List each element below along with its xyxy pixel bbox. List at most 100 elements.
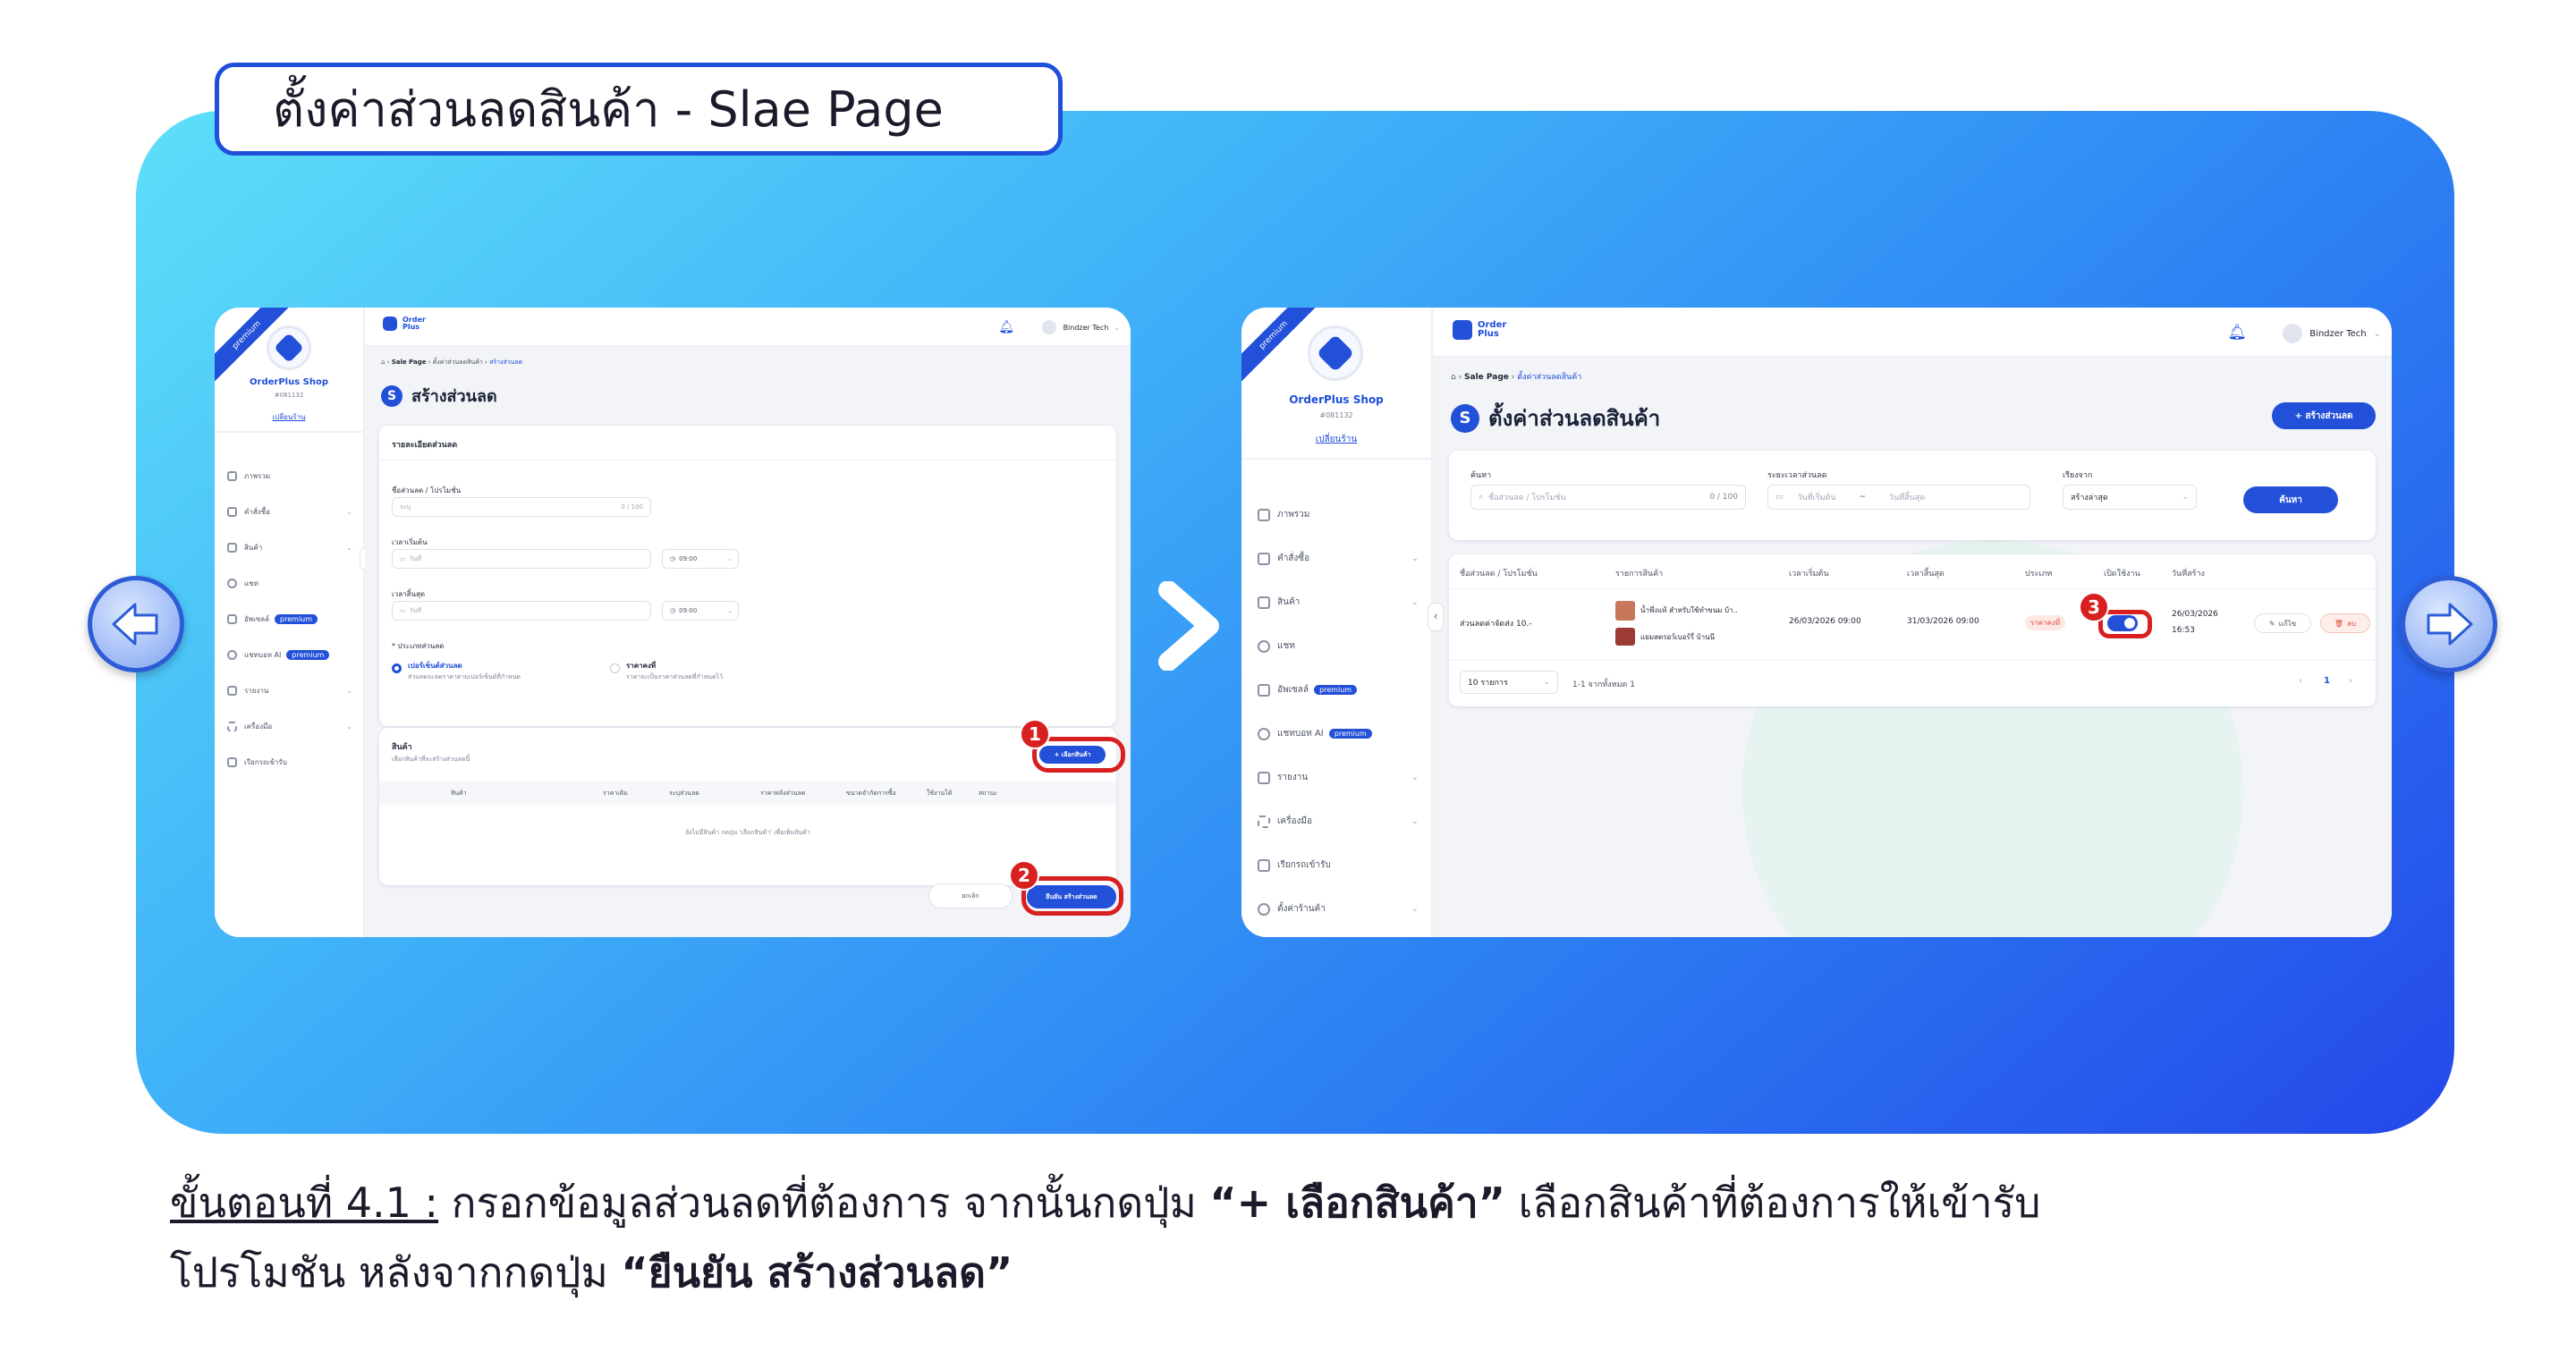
user-menu[interactable]: Bindzer Tech ⌄ (1041, 320, 1120, 334)
start-time-select[interactable]: ◷ 09:00 ⌄ (662, 549, 739, 569)
bag-icon (227, 614, 237, 624)
sidebar-item-tools[interactable]: เครื่องมือ ⌄ (227, 721, 352, 732)
end-time-select[interactable]: ◷ 09:00 ⌄ (662, 601, 739, 621)
name-label: ชื่อส่วนลด / โปรโมชั่น (392, 486, 462, 494)
step-label: ขั้นตอนที่ 4.1 : (170, 1179, 439, 1227)
page-title-badge: ตั้งค่าส่วนลดสินค้า - Slae Page (215, 63, 1063, 156)
screen-page-title: S สร้างส่วนลด (381, 383, 497, 409)
sort-select[interactable]: สร้างล่าสุด ⌄ (2063, 485, 2197, 510)
col-start: เวลาเริ่มต้น (1789, 570, 1829, 579)
cube-icon (1316, 334, 1355, 373)
sidebar: premium OrderPlus Shop #081132 เปลี่ยนร้… (1241, 308, 1433, 937)
start-date-input[interactable]: ▭ วันที่ (392, 549, 651, 569)
products-card: สินค้า เลือกสินค้าที่จะสร้างส่วนลดนี้ + … (379, 728, 1116, 885)
robot-icon (227, 650, 237, 660)
collapse-sidebar-button[interactable]: ‹ (1428, 603, 1444, 631)
radio-selected (392, 663, 402, 673)
sidebar-item-chatbot[interactable]: แชทบอท AI premium (227, 649, 330, 661)
sidebar-item-overview[interactable]: ภาพรวม (1258, 508, 1309, 521)
bell-icon[interactable]: 🔔︎ (998, 320, 1014, 334)
edit-button[interactable]: ✎ แก้ไข (2254, 613, 2311, 633)
cart-icon (1258, 552, 1270, 565)
sidebar-item-orders[interactable]: คำสั่งซื้อ ⌄ (227, 506, 352, 518)
bell-icon[interactable]: 🔔︎ (2227, 324, 2247, 342)
products-title: สินค้า (392, 743, 412, 752)
topbar: Order Plus 🔔︎ Bindzer Tech ⌄ (1433, 308, 2392, 358)
created-time: 16:53 (2172, 626, 2195, 635)
next-button[interactable] (2401, 576, 2497, 672)
col-purchase-limit: ขนาดจำกัดการซื้อ (846, 790, 896, 797)
sidebar: premium OrderPlus Shop #081132 เปลี่ยนร้… (215, 308, 365, 937)
discount-name-input[interactable]: ระบุ 0 / 100 (392, 497, 651, 517)
delete-button[interactable]: 🗑︎ ลบ (2320, 613, 2370, 633)
option-fixed[interactable]: ราคาคงที่ ราคาจะเป็นราคาส่วนลดที่กำหนดไว… (610, 660, 834, 692)
product-name: แยมสตรอว์เบอร์รี่ บ้านนี (1640, 633, 1716, 641)
prev-page-button[interactable]: ‹ (2299, 676, 2302, 686)
discount-type-label: * ประเภทส่วนลด (392, 642, 445, 650)
caption-bold-confirm: “ยืนยัน สร้างส่วนลด” (621, 1248, 1013, 1297)
end-date-input[interactable]: ▭ วันที่ (392, 601, 651, 621)
cart-icon (227, 507, 237, 517)
cancel-button[interactable]: ยกเลิก (928, 883, 1013, 908)
pagination-range: 1-1 จากทั้งหมด 1 (1572, 680, 1635, 689)
prev-button[interactable] (88, 576, 184, 672)
per-page-select[interactable]: 10 รายการ ⌄ (1460, 671, 1558, 694)
next-page-button[interactable]: › (2349, 676, 2352, 686)
sidebar-item-orders[interactable]: คำสั่งซื้อ ⌄ (1258, 552, 1419, 565)
search-input[interactable]: ⌕ ชื่อส่วนลด / โปรโมชั่น 0 / 100 (1470, 485, 1746, 510)
breadcrumb: ⌂ › Sale Page › ตั้งค่าส่วนลดสินค้า › สร… (381, 359, 523, 366)
sidebar-item-chatbot[interactable]: แชทบอท AI premium (1258, 727, 1372, 740)
sidebar-item-reports[interactable]: รายงาน ⌄ (1258, 771, 1419, 784)
sort-label: เรียงจาก (2063, 471, 2093, 480)
cube-icon (1453, 320, 1472, 340)
sidebar-item-overview[interactable]: ภาพรวม (227, 470, 270, 482)
cube-icon (274, 333, 304, 363)
sidebar-item-tools[interactable]: เครื่องมือ ⌄ (1258, 815, 1419, 828)
gear-icon (1258, 902, 1270, 916)
col-created: วันที่สร้าง (2172, 570, 2205, 579)
col-original-price: ราคาเดิม (603, 790, 628, 797)
sidebar-item-chat[interactable]: แชท (227, 578, 258, 589)
instruction-caption: ขั้นตอนที่ 4.1 : กรอกข้อมูลส่วนลดที่ต้อง… (170, 1168, 2496, 1307)
bag-icon (1258, 683, 1270, 697)
col-products: รายการสินค้า (1615, 570, 1664, 579)
truck-icon (1258, 858, 1270, 872)
breadcrumb: ⌂ › Sale Page › ตั้งค่าส่วนลดสินค้า (1451, 373, 1582, 382)
col-name: ชื่อส่วนลด / โปรโมชั่น (1460, 570, 1538, 579)
avatar (2283, 324, 2303, 343)
step-badge-2: 2 (1009, 860, 1039, 891)
sale-icon: S (1451, 403, 1479, 433)
discount-name: ส่วนลดค่าจัดส่ง 10.- (1460, 620, 1532, 629)
dashboard-icon (227, 471, 237, 481)
sidebar-item-products[interactable]: สินค้า ⌄ (1258, 596, 1419, 609)
avatar (1041, 320, 1056, 334)
sidebar-item-upsell[interactable]: อัพเซลล์ premium (1258, 683, 1358, 697)
cube-icon (383, 317, 397, 331)
page-number[interactable]: 1 (2324, 676, 2330, 686)
sidebar-item-upsell[interactable]: อัพเซลล์ premium (227, 613, 318, 625)
tools-icon (227, 722, 237, 731)
product-thumbnail (1615, 601, 1635, 621)
option-percent[interactable]: เปอร์เซ็นต์ส่วนลด ส่วนลดจะลดราคาตามเปอร์… (392, 660, 615, 692)
search-button[interactable]: ค้นหา (2243, 486, 2338, 513)
screenshot-create-discount: premium OrderPlus Shop #081132 เปลี่ยนร้… (215, 308, 1131, 937)
col-status: สถานะ (979, 790, 997, 797)
sidebar-item-pickup[interactable]: เรียกรถเข้ารับ (1258, 858, 1331, 872)
trash-icon: 🗑︎ (2334, 619, 2344, 628)
sidebar-item-shop-settings[interactable]: ตั้งค่าร้านค้า ⌄ (1258, 902, 1419, 916)
end-label: เวลาสิ้นสุด (392, 590, 426, 598)
sidebar-item-chat[interactable]: แชท (1258, 639, 1295, 653)
switch-shop-link[interactable]: เปลี่ยนร้าน (1241, 433, 1431, 446)
user-menu[interactable]: Bindzer Tech ⌄ (2283, 324, 2381, 343)
products-subtitle: เลือกสินค้าที่จะสร้างส่วนลดนี้ (392, 756, 470, 763)
sidebar-item-products[interactable]: สินค้า ⌄ (227, 542, 352, 553)
sidebar-item-reports[interactable]: รายงาน ⌄ (227, 685, 352, 697)
col-after-discount: ราคาหลังส่วนลด (760, 790, 806, 797)
date-range-input[interactable]: ▭ วันที่เริ่มต้น ~ วันที่สิ้นสุด (1767, 485, 2030, 510)
sidebar-item-pickup[interactable]: เรียกรถเข้ารับ (227, 756, 287, 768)
switch-shop-link[interactable]: เปลี่ยนร้าน (215, 411, 363, 423)
create-discount-button[interactable]: + สร้างส่วนลด (2272, 402, 2376, 429)
caption-text: กรอกข้อมูลส่วนลดที่ต้องการ จากนั้นกดปุ่ม (438, 1179, 1210, 1227)
caption-bold-select: “+ เลือกสินค้า” (1209, 1179, 1505, 1227)
robot-icon (1258, 727, 1270, 740)
